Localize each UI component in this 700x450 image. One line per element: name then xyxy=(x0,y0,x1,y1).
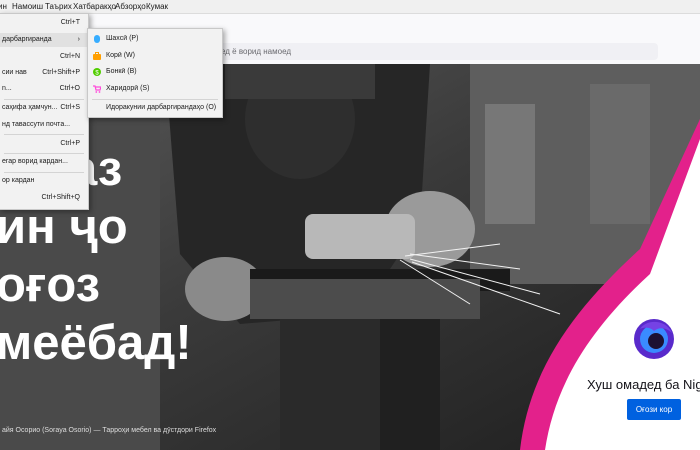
cart-icon xyxy=(93,85,101,93)
file-menu-dropdown: Ctrl+T дарбаргиранда › Ctrl+N сии нав Ct… xyxy=(0,13,89,210)
menu-item-open-file[interactable]: n... Ctrl+O xyxy=(0,82,88,96)
menu-separator xyxy=(4,134,84,135)
menu-separator xyxy=(4,153,84,154)
container-item-banking[interactable]: $ Бонкӣ (B) xyxy=(88,65,222,79)
address-bar-placeholder: ед ё ворид намоед xyxy=(221,47,292,56)
menu-item-new-window[interactable]: Ctrl+N xyxy=(0,50,88,64)
dollar-icon: $ xyxy=(93,68,101,76)
menu-item-print[interactable]: Ctrl+P xyxy=(0,137,88,151)
menu-item-private-window[interactable]: сии нав Ctrl+Shift+P xyxy=(0,66,88,80)
container-submenu: Шахсӣ (P) Корӣ (W) $ Бонкӣ (B) Харидорӣ … xyxy=(87,28,223,118)
menu-item-import[interactable]: егар ворид кардан... xyxy=(0,155,88,169)
menu-bookmarks[interactable]: Хатбаракҳо xyxy=(73,2,116,11)
container-item-work[interactable]: Корӣ (W) xyxy=(88,49,222,63)
briefcase-icon xyxy=(93,52,101,60)
menu-item-email-link[interactable]: нд тавассути почта... xyxy=(0,118,88,132)
fingerprint-icon xyxy=(94,35,100,43)
chevron-right-icon: › xyxy=(77,36,80,43)
container-item-manage[interactable]: Идоракунии дарбаргирандаҳо (O) xyxy=(88,101,222,115)
menu-file[interactable]: ин xyxy=(0,2,7,11)
menu-bar: ин Намоиш Таърих Хатбаракҳо Абзорҳо Кума… xyxy=(0,0,700,14)
menu-item-work-offline[interactable]: ор кардан xyxy=(0,174,88,188)
menu-item-new-tab[interactable]: Ctrl+T xyxy=(0,16,88,30)
menu-separator xyxy=(92,99,218,100)
menu-item-new-container-tab[interactable]: дарбаргиранда › xyxy=(0,33,88,47)
menu-help[interactable]: Кумак xyxy=(146,2,168,11)
menu-item-exit[interactable]: Ctrl+Shift+Q xyxy=(0,191,88,205)
menu-tools[interactable]: Абзорҳо xyxy=(115,2,146,11)
menu-view[interactable]: Намоиш xyxy=(12,2,43,11)
firefox-nightly-logo-icon xyxy=(634,319,674,359)
page-content: ло аз ин ҷо оғоз меёбад! айя Осорио (Sor… xyxy=(0,64,700,450)
menu-item-save-page-as[interactable]: саҳифа ҳамчун... Ctrl+S xyxy=(0,101,88,115)
menu-history[interactable]: Таърих xyxy=(45,2,72,11)
address-bar[interactable]: ед ё ворид намоед xyxy=(170,43,658,60)
welcome-panel xyxy=(520,119,700,450)
container-item-shopping[interactable]: Харидорӣ (S) xyxy=(88,82,222,96)
get-started-button[interactable]: Оғози кор xyxy=(627,399,681,420)
container-item-personal[interactable]: Шахсӣ (P) xyxy=(88,32,222,46)
welcome-title: Хуш омадед ба Nig xyxy=(587,377,700,392)
menu-separator xyxy=(4,172,84,173)
menu-separator xyxy=(4,99,84,100)
